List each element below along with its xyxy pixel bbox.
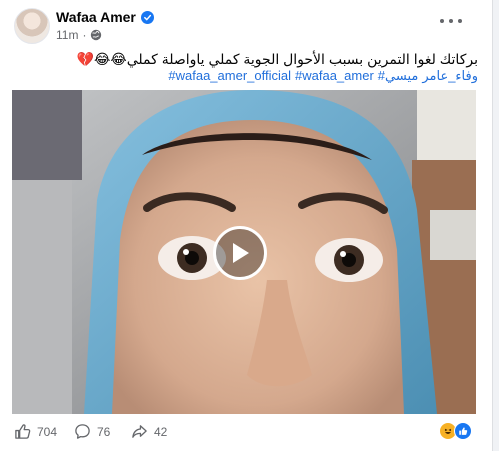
play-icon: [233, 243, 249, 263]
comment-icon: [75, 424, 90, 439]
share-icon: [132, 425, 147, 438]
comment-count: 76: [97, 424, 111, 439]
share-count-button[interactable]: 42: [131, 423, 167, 440]
hashtag-list: #wafaa_amer_official #wafaa_amer #ميسي و…: [8, 67, 478, 84]
like-icon: [15, 424, 31, 439]
like-count-button[interactable]: 704: [14, 423, 57, 440]
like-reaction-icon: [454, 422, 472, 440]
hashtag-link[interactable]: #ميسي: [378, 67, 419, 84]
post-caption: بركاتك لغوا التمرين بسبب الأحوال الجوية …: [76, 51, 478, 67]
video-player[interactable]: [12, 90, 476, 414]
verified-badge-icon: [140, 10, 154, 24]
author-name-row: Wafaa Amer: [56, 9, 154, 25]
share-count: 42: [154, 424, 168, 439]
hashtag-link[interactable]: #wafaa_amer: [295, 67, 374, 84]
play-button[interactable]: [213, 226, 267, 280]
comment-count-button[interactable]: 76: [74, 423, 110, 440]
reaction-summary[interactable]: [439, 422, 472, 440]
post-header: Wafaa Amer 11m ·: [14, 8, 482, 44]
post-meta: 11m ·: [56, 28, 102, 42]
hashtag-link[interactable]: وفاء_عامر: [422, 67, 478, 84]
globe-icon[interactable]: [90, 29, 102, 41]
engagement-bar: 704 76 42: [14, 420, 472, 442]
more-options-icon[interactable]: [440, 14, 462, 28]
like-count: 704: [37, 424, 58, 439]
post-card: Wafaa Amer 11m · بركاتك لغوا التمرين بسب…: [0, 0, 493, 451]
author-name[interactable]: Wafaa Amer: [56, 9, 136, 25]
author-avatar[interactable]: [14, 8, 50, 44]
hashtag-link[interactable]: #wafaa_amer_official: [168, 67, 291, 84]
post-timestamp[interactable]: 11m: [56, 28, 78, 42]
